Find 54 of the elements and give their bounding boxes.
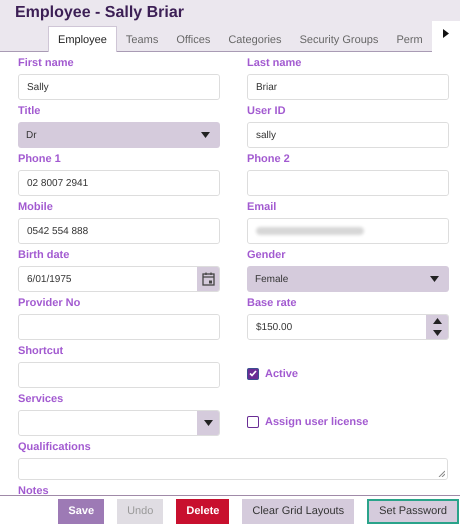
field-label: Last name — [247, 57, 302, 70]
dropdown[interactable]: Dr — [18, 122, 220, 148]
caret-icon — [201, 132, 210, 138]
action-button[interactable]: Clear Grid Layouts — [242, 498, 354, 524]
checkbox-label: Active — [265, 368, 298, 380]
window-title: Employee - Sally Briar — [14, 3, 185, 23]
input-field[interactable]: Briar — [247, 74, 449, 100]
input-field[interactable]: sally — [247, 122, 449, 148]
input-field[interactable] — [247, 170, 449, 196]
field-label: Birth date — [18, 249, 70, 262]
field-label: Gender — [247, 249, 287, 262]
tab[interactable]: Security Groups — [290, 27, 388, 52]
tab[interactable]: Teams — [116, 27, 168, 52]
action-button[interactable]: Save — [58, 498, 104, 524]
number-field[interactable]: $150.00 — [247, 314, 449, 340]
field-label: User ID — [247, 105, 287, 118]
checkbox[interactable] — [247, 368, 259, 380]
input-field[interactable] — [247, 218, 449, 244]
field-label: Provider No — [18, 297, 82, 310]
dropdown[interactable]: Female — [247, 266, 449, 292]
field-label: Shortcut — [18, 345, 64, 358]
input-field[interactable]: Sally — [18, 74, 220, 100]
field-label: Phone 1 — [18, 153, 62, 166]
resize-grip-icon — [438, 470, 445, 477]
date-field[interactable]: 6/01/1975 — [18, 266, 220, 292]
tab[interactable]: Employee — [48, 26, 117, 52]
caret-icon — [430, 276, 439, 282]
field-label: Notes — [18, 485, 50, 495]
field-label: First name — [18, 57, 75, 70]
tab[interactable]: Offices — [167, 27, 220, 52]
field-label: Services — [18, 393, 64, 406]
action-button[interactable]: Set Password — [367, 498, 459, 524]
action-button[interactable]: Delete — [176, 498, 230, 524]
checkbox-label: Assign user license — [265, 416, 368, 428]
scroll-right-button[interactable] — [432, 21, 460, 52]
field-label: Phone 2 — [247, 153, 291, 166]
input-field[interactable]: 02 8007 2941 — [18, 170, 220, 196]
field-label: Base rate — [247, 297, 298, 310]
field-label: Title — [18, 105, 42, 118]
field-label: Qualifications — [18, 441, 92, 454]
tab[interactable]: Perm — [387, 27, 432, 52]
caret-icon — [204, 420, 212, 426]
checkbox[interactable] — [247, 416, 259, 428]
input-field[interactable] — [18, 314, 220, 340]
calendar-button[interactable] — [197, 267, 219, 291]
dropdown-button[interactable] — [197, 411, 219, 435]
field-label: Mobile — [18, 201, 54, 214]
input-field[interactable]: 0542 554 888 — [18, 218, 220, 244]
combo-field[interactable] — [18, 410, 220, 436]
calendar-icon — [202, 272, 214, 286]
input-field[interactable] — [18, 362, 220, 388]
field-label: Email — [247, 201, 278, 214]
triangle-right-icon — [442, 29, 450, 38]
tab[interactable]: Categories — [219, 27, 291, 52]
